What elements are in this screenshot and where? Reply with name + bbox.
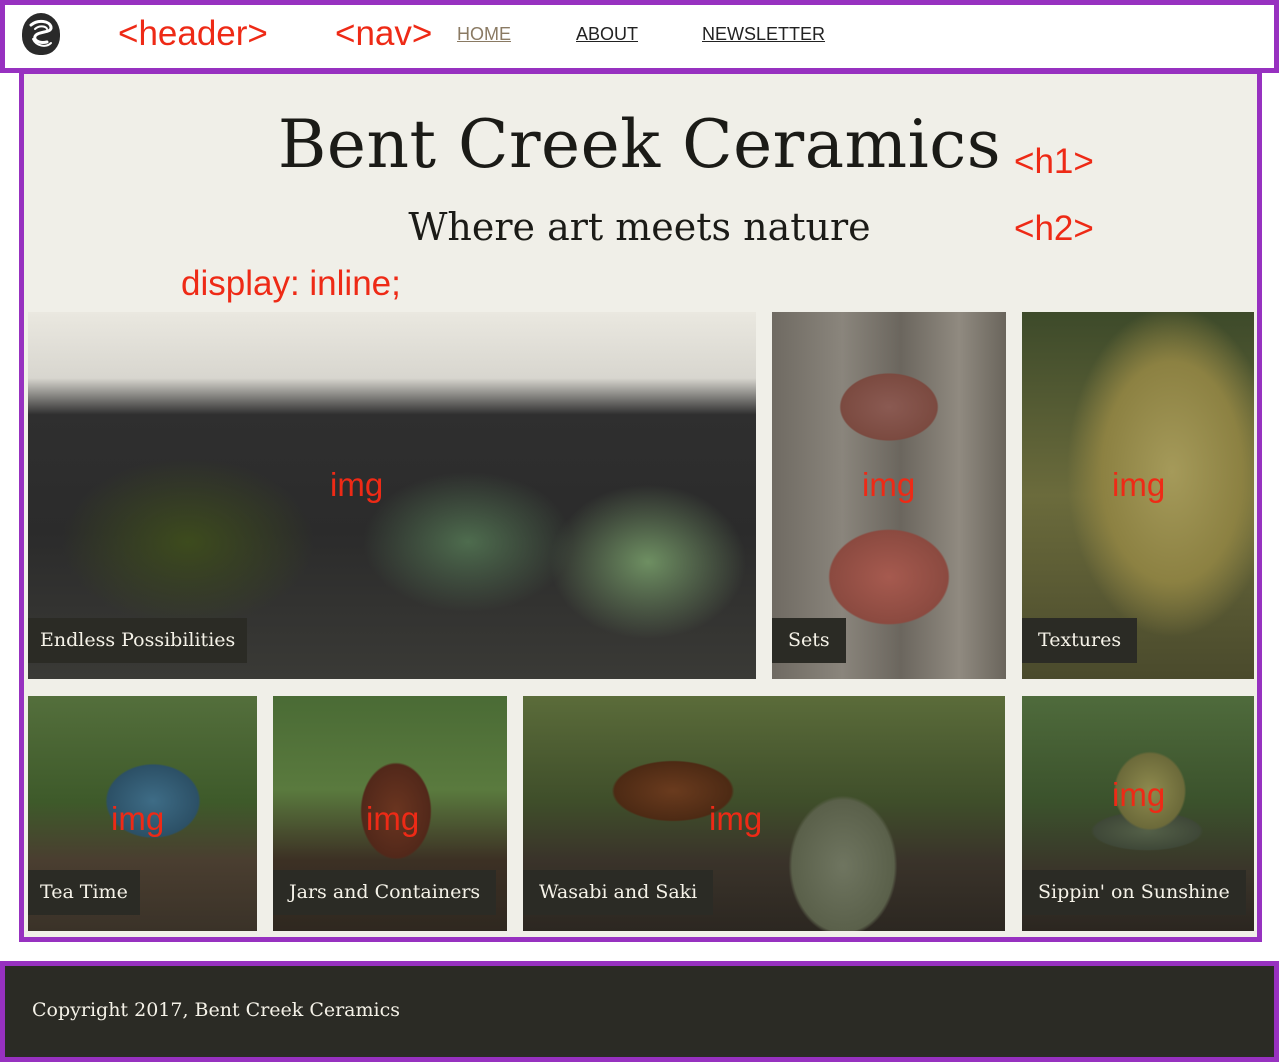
header-outline — [0, 0, 1279, 73]
main-outline — [19, 69, 1262, 942]
footer-outline — [0, 961, 1279, 1062]
